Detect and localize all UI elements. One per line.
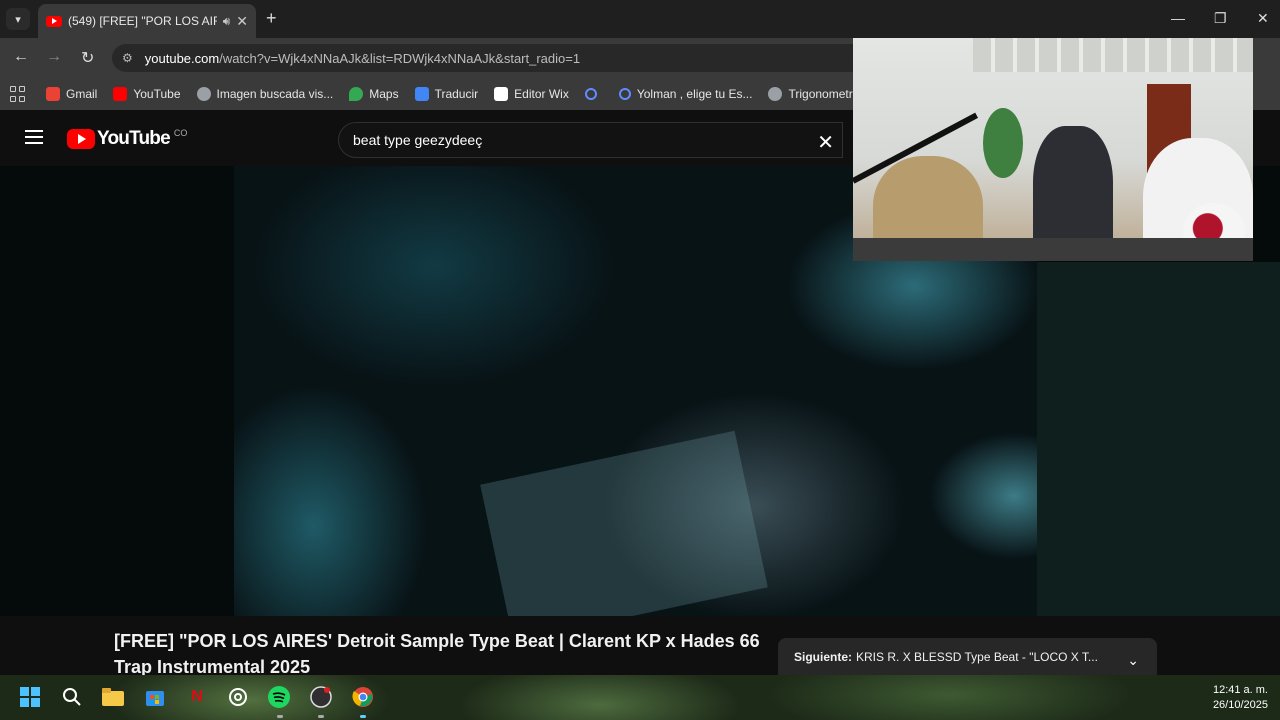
- chevron-down-icon[interactable]: ⌄: [1127, 652, 1139, 669]
- webcam-ceiling: [973, 38, 1253, 72]
- up-next-bar[interactable]: Siguiente: KRIS R. X BLESSD Type Beat - …: [778, 638, 1157, 675]
- bookmark-youtube[interactable]: YouTube: [113, 87, 181, 101]
- country-code: CO: [173, 128, 188, 138]
- minimize-icon[interactable]: —: [1171, 10, 1185, 26]
- browser-tab-strip: ▾ (549) [FREE] "POR LOS AIRE 🔊︎ ✕ + — ❐ …: [0, 0, 1280, 38]
- speaker-icon[interactable]: 🔊︎: [223, 14, 231, 29]
- spotify-icon[interactable]: [268, 686, 290, 708]
- netflix-icon[interactable]: N: [186, 686, 208, 708]
- bookmark-trigonometria[interactable]: Trigonometría: [768, 87, 863, 101]
- bookmark-wix[interactable]: Editor Wix: [494, 87, 569, 101]
- webcam-plant: [983, 108, 1023, 178]
- system-clock[interactable]: 12:41 a. m. 26/10/2025: [1213, 683, 1268, 713]
- windows-start-icon[interactable]: [19, 686, 41, 708]
- globe-icon: [584, 88, 597, 100]
- video-content: [480, 430, 768, 616]
- browser-tab-active[interactable]: (549) [FREE] "POR LOS AIRE 🔊︎ ✕: [38, 4, 256, 38]
- back-icon[interactable]: ←: [13, 48, 29, 66]
- restore-icon[interactable]: ❐: [1214, 10, 1227, 27]
- video-title: [FREE] "POR LOS AIRES' Detroit Sample Ty…: [114, 631, 760, 677]
- bookmark-label: Imagen buscada vis...: [216, 87, 334, 101]
- bookmark-gmail[interactable]: Gmail: [46, 87, 97, 101]
- maps-icon: [349, 87, 364, 101]
- bookmark-label: Yolman , elige tu Es...: [636, 87, 753, 101]
- bookmark-label: Traducir: [434, 87, 479, 101]
- translate-icon: [414, 87, 429, 101]
- close-tab-icon[interactable]: ✕: [236, 13, 248, 30]
- search-icon[interactable]: [61, 686, 83, 708]
- bookmark-label: YouTube: [133, 87, 181, 101]
- site-info-icon[interactable]: ⚙: [122, 51, 133, 65]
- logo-text: YouTube: [97, 128, 171, 149]
- search-input[interactable]: beat type geezydeeç ✕: [338, 122, 843, 158]
- youtube-favicon-icon: [46, 15, 62, 27]
- bookmark-label: Maps: [369, 87, 399, 101]
- forward-icon[interactable]: →: [46, 48, 62, 66]
- player-side-panel: [1037, 262, 1280, 616]
- up-next-title: KRIS R. X BLESSD Type Beat - "LOCO X T..…: [856, 649, 1098, 664]
- url-host: youtube.com: [144, 50, 220, 66]
- windows-taskbar: N 12:41 a. m. 26/10/2025: [0, 675, 1280, 720]
- clock-date: 26/10/2025: [1212, 699, 1268, 711]
- store-icon[interactable]: [144, 686, 166, 708]
- youtube-logo[interactable]: YouTube CO: [67, 128, 187, 150]
- bookmark-label: Editor Wix: [514, 87, 569, 101]
- bookmark-label: Trigonometría: [788, 87, 863, 101]
- bookmark-lens[interactable]: Imagen buscada vis...: [196, 87, 334, 101]
- youtube-play-icon: [67, 129, 95, 149]
- url-path: /watch?v=Wjk4xNNaAJk&list=RDWjk4xNNaAJk&…: [219, 50, 581, 66]
- up-next-label: Siguiente:: [794, 649, 853, 664]
- chatgpt-icon[interactable]: [227, 686, 249, 708]
- clock-time: 12:41 a. m.: [1212, 684, 1268, 696]
- chrome-icon[interactable]: [352, 686, 374, 708]
- bookmark-label: Gmail: [66, 87, 98, 101]
- lens-icon: [196, 87, 211, 101]
- address-bar[interactable]: ⚙ youtube.com/watch?v=Wjk4xNNaAJk&list=R…: [112, 44, 872, 72]
- wix-icon: [494, 87, 509, 101]
- running-indicator: [318, 715, 324, 718]
- running-indicator: [277, 715, 283, 718]
- webcam-overlay: [853, 38, 1253, 261]
- clear-search-icon[interactable]: ✕: [817, 130, 834, 155]
- gmail-icon: [46, 87, 60, 101]
- youtube-icon: [113, 87, 128, 101]
- video-info: [FREE] "POR LOS AIRES' Detroit Sample Ty…: [0, 616, 1280, 677]
- tab-search-chevron-icon[interactable]: ▾: [6, 8, 30, 30]
- bookmark-maps[interactable]: Maps: [349, 87, 399, 101]
- globe-icon: [618, 88, 631, 100]
- search-query: beat type geezydeeç: [353, 132, 483, 148]
- active-indicator: [360, 715, 366, 718]
- obs-icon[interactable]: [310, 686, 332, 708]
- webcam-table: [853, 238, 1253, 261]
- bookmark-yolman[interactable]: Yolman , elige tu Es...: [618, 87, 753, 101]
- bookmark-globe[interactable]: [584, 88, 603, 100]
- globe-icon: [768, 87, 783, 101]
- reload-icon[interactable]: ↻: [81, 48, 94, 68]
- window-close-icon[interactable]: ✕: [1257, 10, 1269, 27]
- bookmark-translate[interactable]: Traducir: [414, 87, 479, 101]
- apps-grid-icon[interactable]: [10, 86, 26, 102]
- new-tab-icon[interactable]: +: [266, 8, 277, 29]
- file-explorer-icon[interactable]: [102, 686, 124, 708]
- tab-title: (549) [FREE] "POR LOS AIRE: [68, 14, 217, 28]
- menu-icon[interactable]: [25, 130, 43, 144]
